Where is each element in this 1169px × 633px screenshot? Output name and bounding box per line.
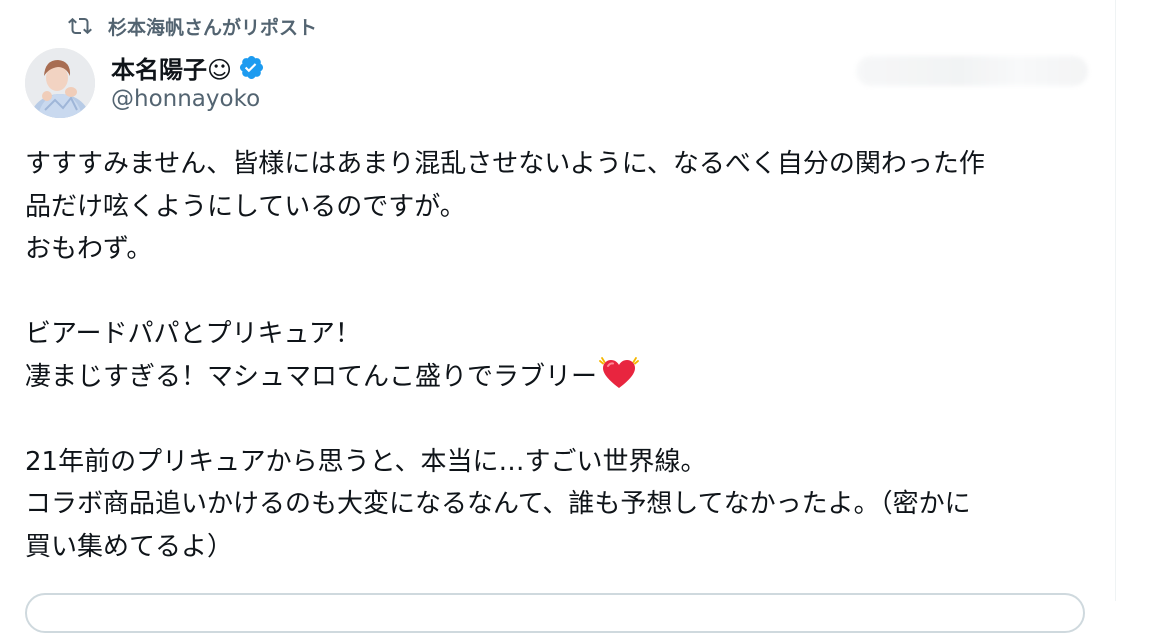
tweet-line: おもわず。 bbox=[25, 234, 153, 264]
verified-badge-icon[interactable] bbox=[238, 54, 265, 81]
beating-heart-emoji bbox=[599, 356, 639, 391]
tweet-line: ビアードパパとプリキュア！ bbox=[25, 319, 361, 349]
author-handle[interactable]: @honnayoko bbox=[111, 86, 260, 112]
repost-icon bbox=[66, 12, 94, 40]
blurred-action-area bbox=[856, 56, 1088, 86]
repost-label: 杉本海帆さんがリポスト bbox=[108, 16, 318, 39]
author-display-name[interactable]: 本名陽子☺ bbox=[111, 50, 232, 85]
tweet-line: すすすみません、皆様にはあまり混乱させないように、なるべく自分の関わった作 bbox=[25, 149, 985, 179]
column-divider bbox=[1115, 0, 1116, 601]
media-card[interactable] bbox=[25, 593, 1085, 633]
tweet-line: コラボ商品追いかけるのも大変になるなんて、誰も予想してなかったよ。（密かに bbox=[25, 489, 971, 519]
tweet-line: 品だけ呟くようにしているのですが。 bbox=[25, 191, 466, 222]
tweet-text: すすすみません、皆様にはあまり混乱させないように、なるべく自分の関わった作 品だ… bbox=[25, 143, 1100, 568]
repost-attribution[interactable]: 杉本海帆さんがリポスト bbox=[66, 12, 317, 40]
tweet-line: 買い集めてるよ） bbox=[25, 531, 234, 562]
author-name-row[interactable]: 本名陽子☺ bbox=[111, 50, 265, 84]
tweet-line-with-emoji: 凄まじすぎる！マシュマロてんこ盛りでラブリー bbox=[25, 356, 1100, 399]
tweet-line: 21年前のプリキュアから思うと、本当に…すごい世界線。 bbox=[25, 446, 707, 477]
tweet-line-text: 凄まじすぎる！マシュマロてんこ盛りでラブリー bbox=[25, 361, 598, 392]
avatar[interactable] bbox=[25, 48, 95, 118]
